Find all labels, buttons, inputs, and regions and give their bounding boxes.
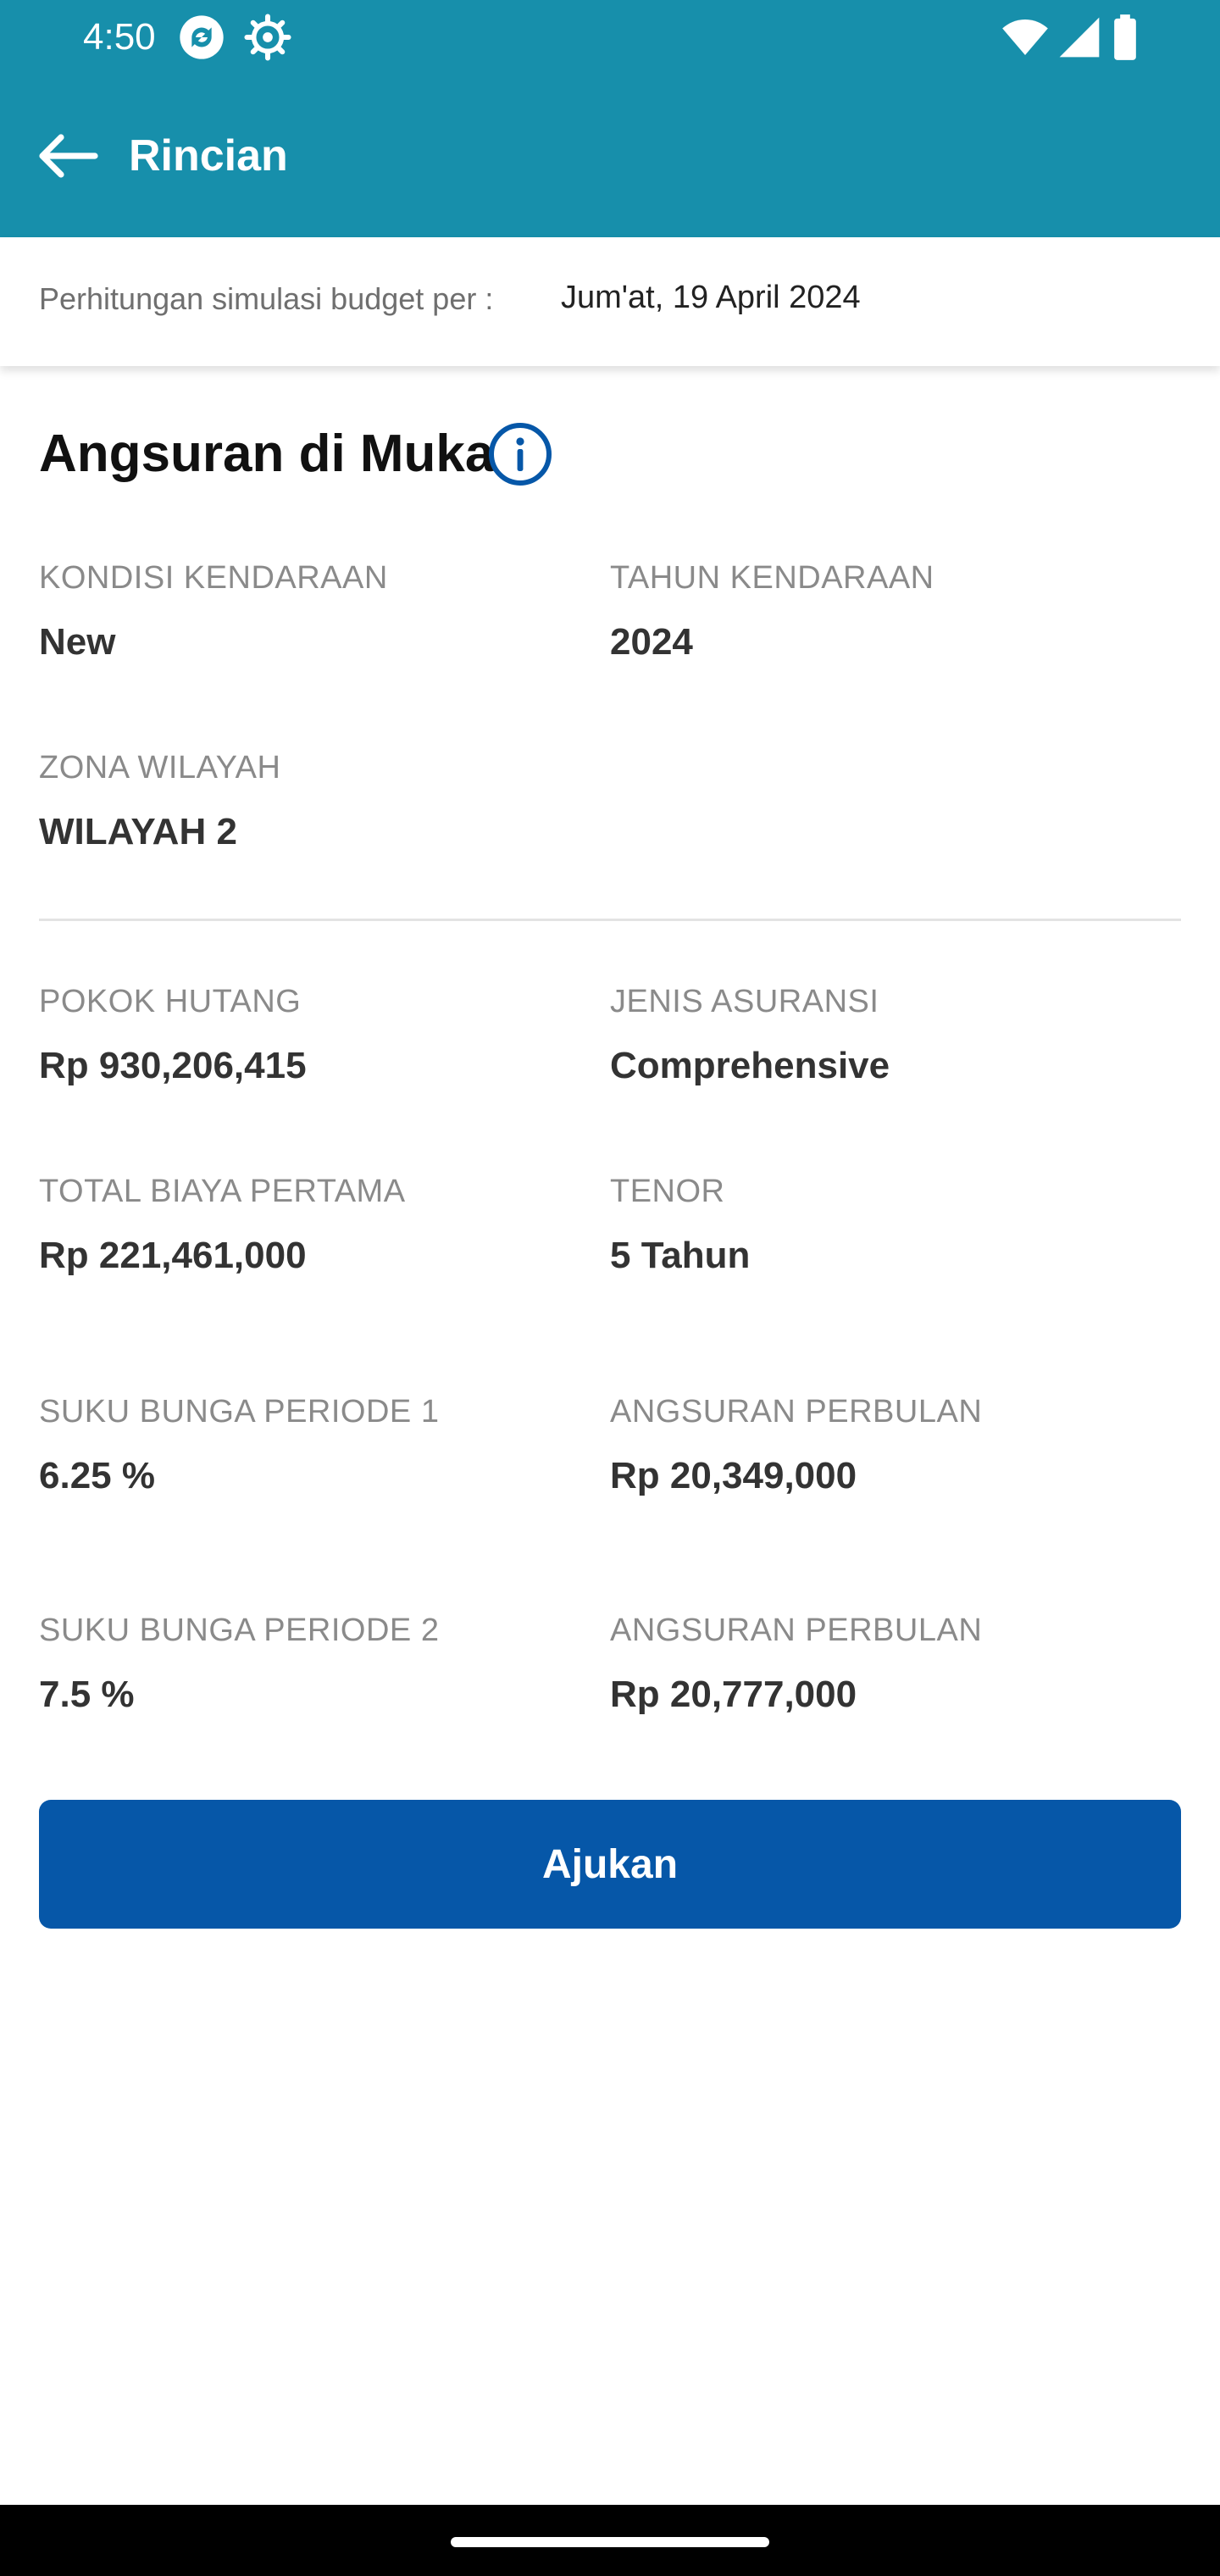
section-title: Angsuran di Muka	[39, 425, 495, 483]
zona-wilayah-value: WILAYAH 2	[39, 811, 237, 852]
wifi-icon	[1002, 19, 1048, 55]
signal-icon	[1059, 17, 1100, 58]
total-biaya-pertama-label: TOTAL BIAYA PERTAMA	[39, 1174, 406, 1209]
jenis-asuransi-value: Comprehensive	[610, 1045, 890, 1086]
zona-wilayah-label: ZONA WILAYAH	[39, 750, 281, 786]
angsuran-perbulan-1-value: Rp 20,349,000	[610, 1455, 857, 1496]
simulation-date: Jum'at, 19 April 2024	[561, 280, 861, 315]
suku-bunga-periode-1-value: 6.25 %	[39, 1455, 155, 1496]
back-arrow-icon[interactable]	[34, 129, 102, 183]
status-time: 4:50	[83, 16, 156, 58]
simulation-label: Perhitungan simulasi budget per :	[39, 281, 494, 316]
tahun-kendaraan-value: 2024	[610, 621, 693, 663]
sync-icon	[180, 15, 224, 59]
suku-bunga-periode-2-label: SUKU BUNGA PERIODE 2	[39, 1613, 440, 1648]
tenor-value: 5 Tahun	[610, 1235, 751, 1276]
battery-icon	[1114, 14, 1136, 60]
status-bar: 4:50	[0, 0, 1220, 75]
app-bar: Rincian	[0, 75, 1220, 237]
section-divider	[39, 919, 1181, 921]
angsuran-perbulan-2-value: Rp 20,777,000	[610, 1674, 857, 1715]
jenis-asuransi-label: JENIS ASURANSI	[610, 984, 879, 1019]
pokok-hutang-label: POKOK HUTANG	[39, 984, 302, 1019]
suku-bunga-periode-2-value: 7.5 %	[39, 1674, 135, 1715]
angsuran-perbulan-2-label: ANGSURAN PERBULAN	[610, 1613, 983, 1648]
ajukan-button[interactable]: Ajukan	[39, 1800, 1181, 1929]
angsuran-perbulan-1-label: ANGSURAN PERBULAN	[610, 1394, 983, 1430]
tahun-kendaraan-label: TAHUN KENDARAAN	[610, 560, 934, 596]
kondisi-kendaraan-value: New	[39, 621, 116, 663]
total-biaya-pertama-value: Rp 221,461,000	[39, 1235, 307, 1276]
tenor-label: TENOR	[610, 1174, 725, 1209]
info-icon[interactable]	[486, 420, 554, 488]
settings-icon	[244, 14, 291, 61]
suku-bunga-periode-1-label: SUKU BUNGA PERIODE 1	[39, 1394, 440, 1430]
pokok-hutang-value: Rp 930,206,415	[39, 1045, 307, 1086]
kondisi-kendaraan-label: KONDISI KENDARAAN	[39, 560, 388, 596]
page-title: Rincian	[129, 131, 288, 180]
home-gesture-handle[interactable]	[451, 2537, 769, 2547]
simulation-date-bar: Perhitungan simulasi budget per : Jum'at…	[0, 237, 1220, 366]
navigation-bar	[0, 2505, 1220, 2576]
